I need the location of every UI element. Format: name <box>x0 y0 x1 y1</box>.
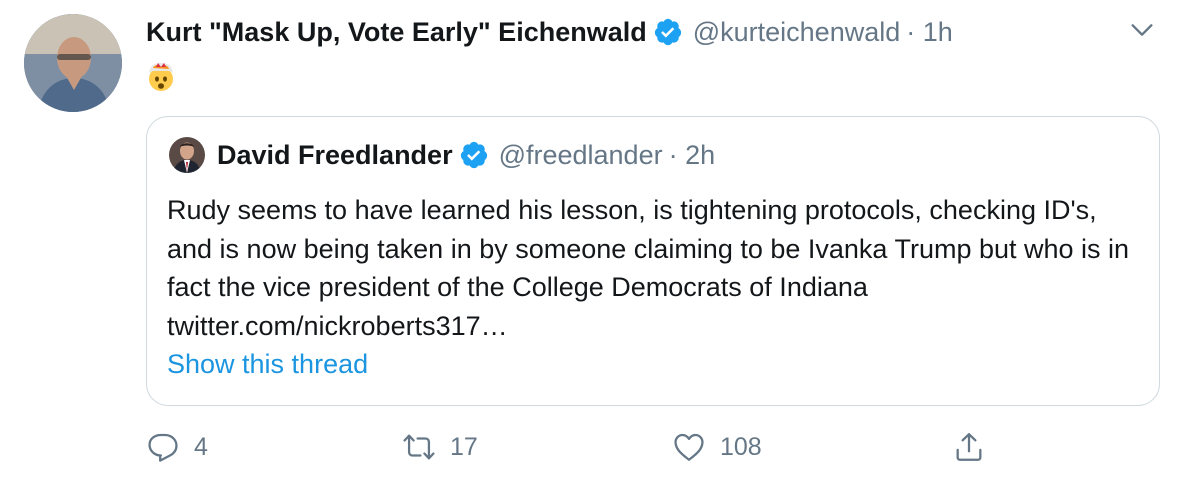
quoted-tweet-timestamp: · 2h <box>668 139 716 170</box>
quoted-author-display-name: David Freedlander <box>217 139 453 170</box>
like-count: 108 <box>720 432 762 461</box>
like-button[interactable]: 108 <box>672 424 762 470</box>
heart-icon <box>674 433 704 461</box>
share-icon <box>956 433 982 461</box>
quoted-tweet-header: David Freedlander @freedlander · 2h <box>217 135 715 175</box>
author-display-name[interactable]: Kurt "Mask Up, Vote Early" Eichenwald <box>146 17 647 48</box>
verified-badge-icon <box>459 140 489 170</box>
share-button[interactable] <box>952 424 986 470</box>
tweet: Kurt "Mask Up, Vote Early" Eichenwald @k… <box>0 0 1182 484</box>
retweet-icon <box>403 434 435 460</box>
show-this-thread-link[interactable]: Show this thread <box>167 349 368 380</box>
chevron-down-icon[interactable] <box>1128 16 1156 44</box>
tweet-action-bar: 4 17 108 <box>0 424 1182 474</box>
quoted-tweet-text: Rudy seems to have learned his lesson, i… <box>167 195 1130 341</box>
exploding-head-emoji-icon <box>146 62 176 92</box>
retweet-count: 17 <box>450 432 478 461</box>
author-handle[interactable]: @kurteichenwald <box>693 17 901 48</box>
quoted-author-avatar <box>169 137 205 173</box>
tweet-timestamp[interactable]: · 1h <box>906 17 953 48</box>
reply-button[interactable]: 4 <box>146 424 208 470</box>
quoted-tweet-card[interactable]: David Freedlander @freedlander · 2h Rudy… <box>146 116 1160 406</box>
reply-count: 4 <box>194 432 208 461</box>
avatar-image <box>24 14 122 112</box>
reply-icon <box>148 433 178 462</box>
tweet-header: Kurt "Mask Up, Vote Early" Eichenwald @k… <box>146 12 953 52</box>
retweet-button[interactable]: 17 <box>402 424 478 470</box>
quoted-author-handle: @freedlander <box>498 139 663 170</box>
author-avatar[interactable] <box>24 14 122 112</box>
verified-badge-icon <box>653 17 683 47</box>
